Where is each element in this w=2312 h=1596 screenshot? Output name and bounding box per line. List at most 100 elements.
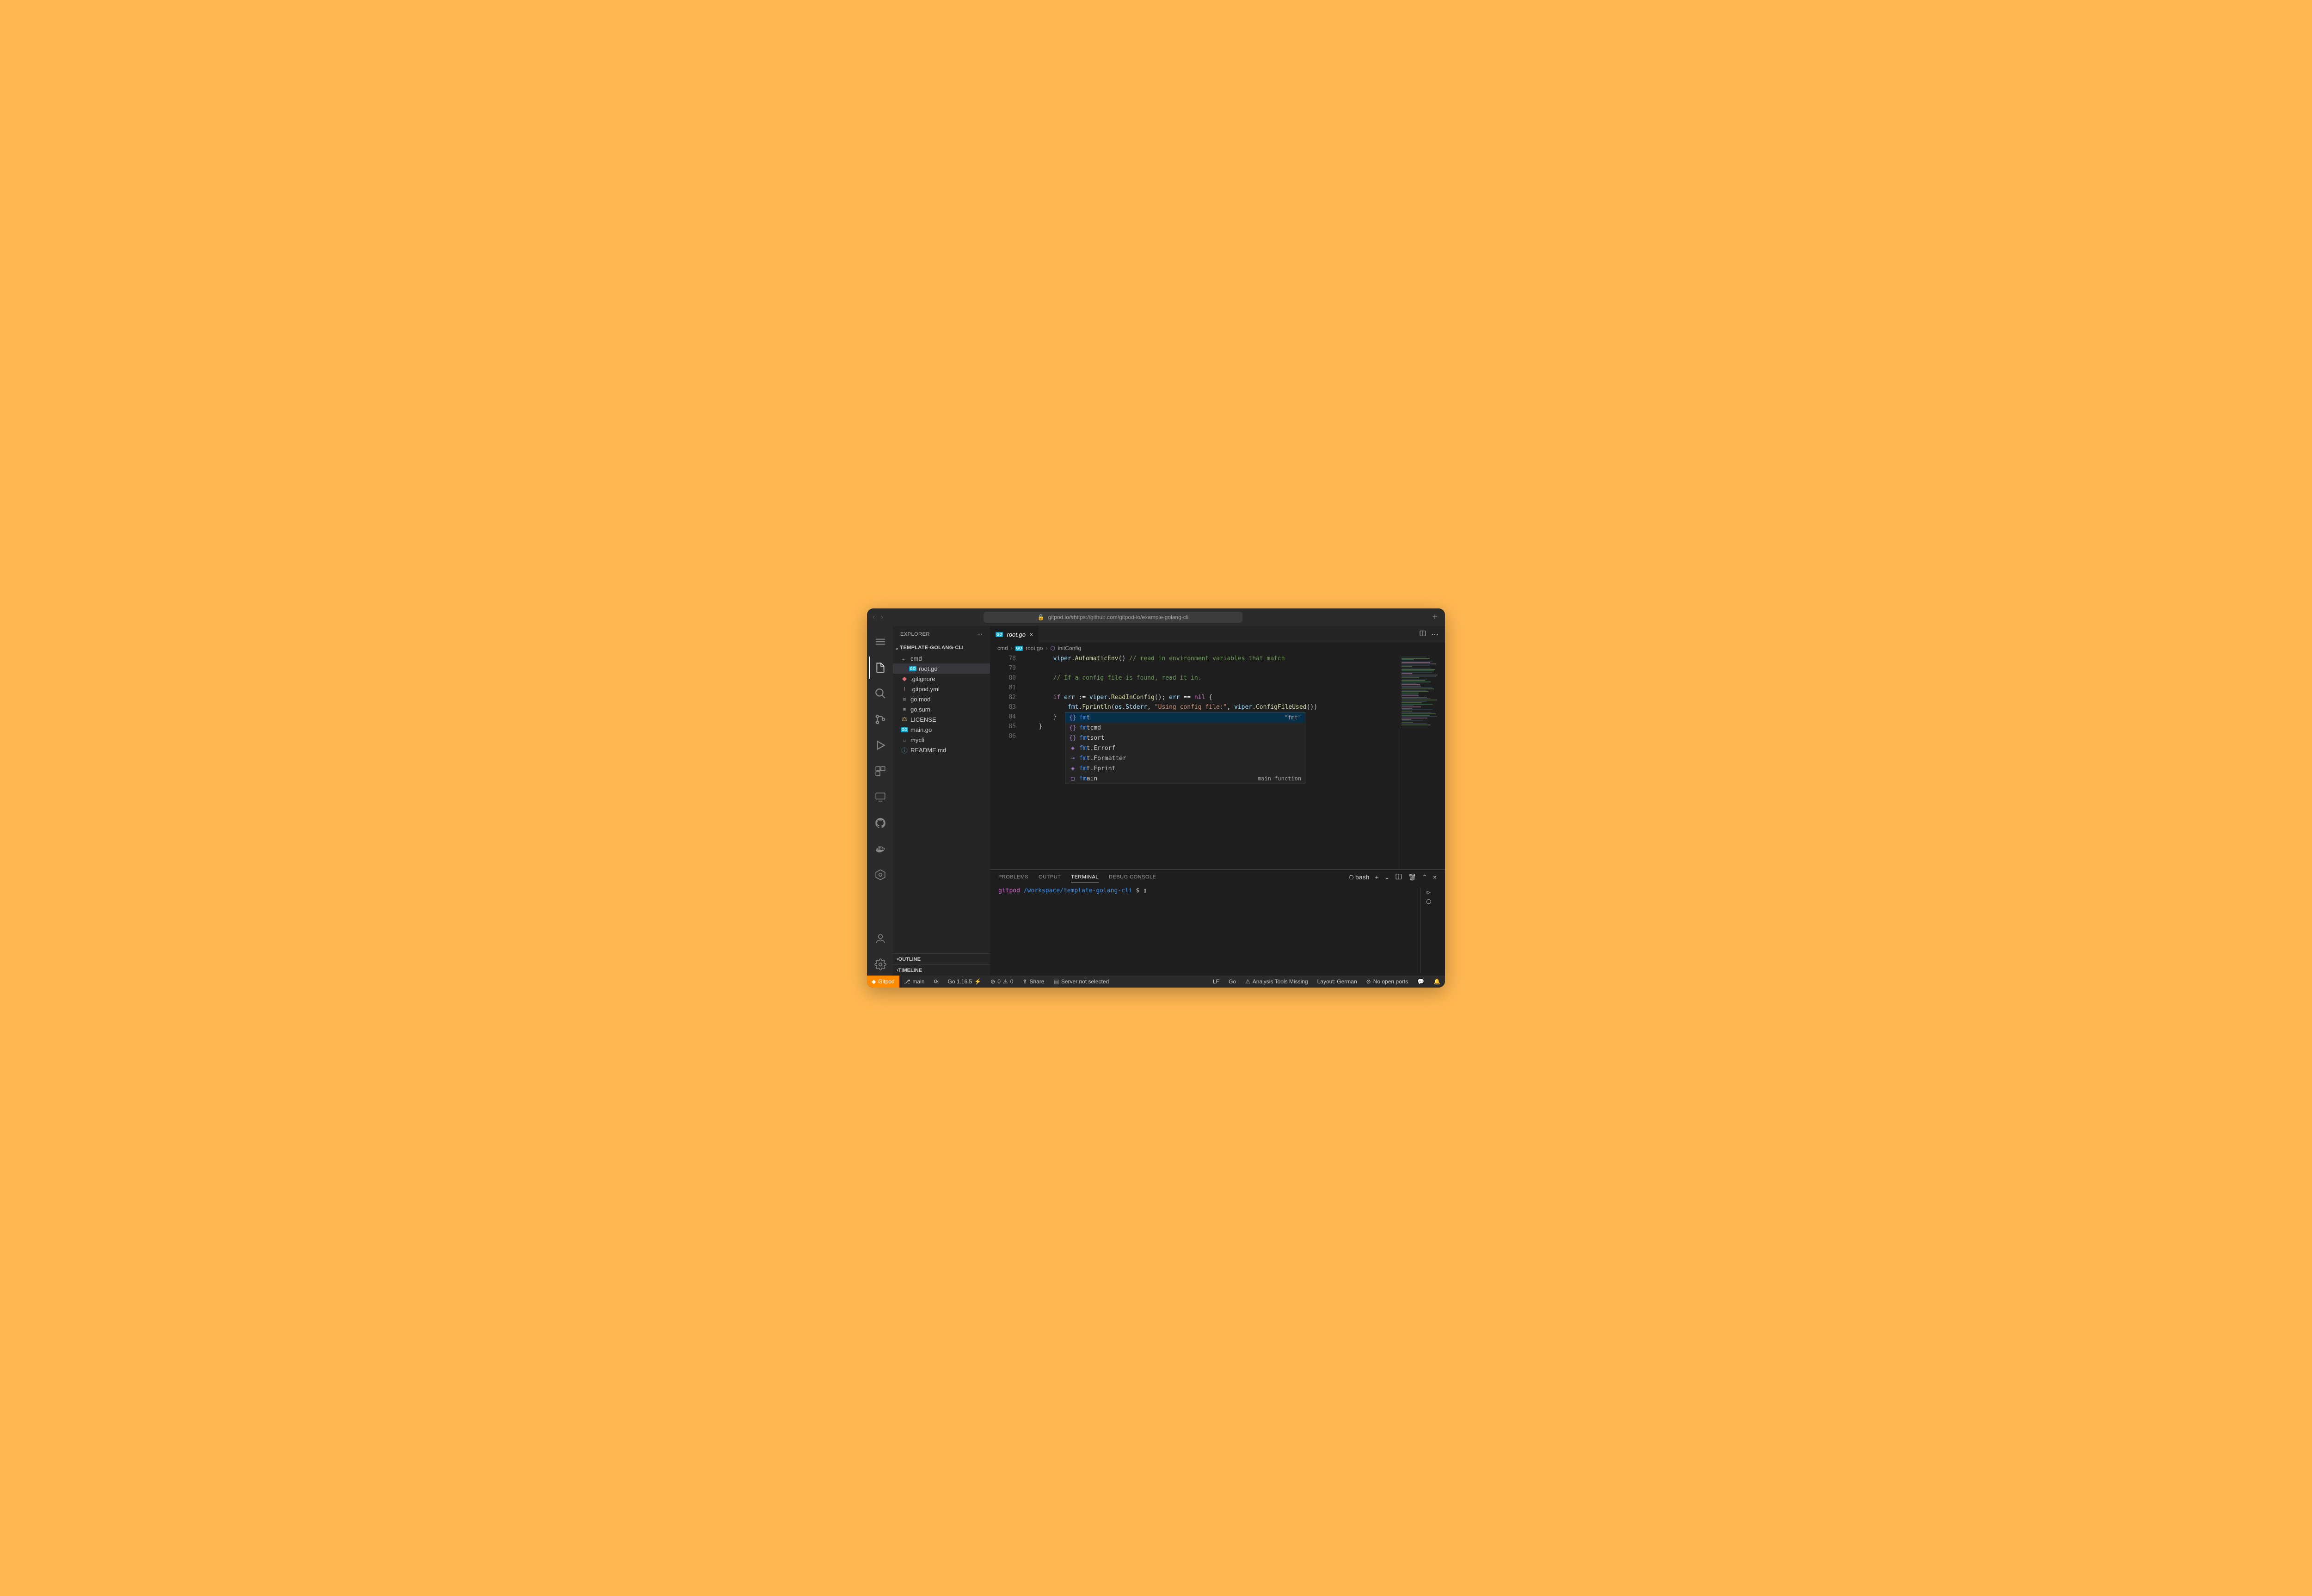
- sync-button[interactable]: ⟳: [929, 976, 943, 988]
- panel-tab-output[interactable]: OUTPUT: [1039, 872, 1061, 883]
- ports-indicator[interactable]: ⊘ No open ports: [1362, 978, 1413, 985]
- new-tab-button[interactable]: +: [1428, 612, 1441, 623]
- feedback-icon[interactable]: 💬: [1413, 978, 1429, 985]
- shell-indicator[interactable]: ⎔ bash: [1349, 873, 1369, 881]
- suggest-kind-icon: {}: [1069, 723, 1076, 733]
- nav-forward-icon[interactable]: ›: [879, 611, 885, 623]
- suggest-item[interactable]: {}fmt"fmt": [1065, 712, 1305, 723]
- debug-icon[interactable]: [869, 734, 891, 756]
- outline-section[interactable]: › OUTLINE: [893, 953, 990, 964]
- server-icon: ▤: [1053, 978, 1058, 985]
- new-terminal-icon[interactable]: +: [1375, 873, 1378, 881]
- file-label: go.mod: [910, 696, 930, 703]
- problems-indicator[interactable]: ⊘0 ⚠0: [986, 976, 1018, 988]
- suggest-item[interactable]: {}fmtcmd: [1065, 723, 1305, 733]
- menu-icon[interactable]: [869, 631, 891, 653]
- suggest-kind-icon: {}: [1069, 713, 1076, 723]
- go-version[interactable]: Go 1.16.5 ⚡: [943, 976, 986, 988]
- kubernetes-icon[interactable]: [869, 864, 891, 886]
- terminal-shell-icon[interactable]: ⎔: [1426, 899, 1431, 906]
- minimap[interactable]: [1399, 654, 1445, 869]
- file-label: go.sum: [910, 706, 930, 713]
- suggest-item[interactable]: ◈fmt.Errorf: [1065, 743, 1305, 753]
- nav-back-icon[interactable]: ‹: [871, 611, 877, 623]
- suggest-item[interactable]: ◈fmt.Fprint: [1065, 763, 1305, 773]
- timeline-section[interactable]: › TIMELINE: [893, 964, 990, 976]
- terminal[interactable]: gitpod /workspace/template-golang-cli $ …: [990, 884, 1445, 976]
- code-content[interactable]: viper.AutomaticEnv() // read in environm…: [1024, 654, 1399, 869]
- notifications-icon[interactable]: 🔔: [1429, 978, 1445, 985]
- suggest-item[interactable]: {}fmtsort: [1065, 733, 1305, 743]
- autocomplete-popup[interactable]: {}fmt"fmt"{}fmtcmd{}fmtsort◈fmt.Errorf⊸f…: [1065, 712, 1305, 784]
- suggest-kind-icon: ▢: [1069, 774, 1076, 784]
- file-type-icon: ◆: [900, 675, 909, 682]
- sidebar-title: EXPLORER: [900, 632, 930, 637]
- search-icon[interactable]: [869, 682, 891, 705]
- kill-terminal-icon[interactable]: 🗑: [1408, 873, 1416, 881]
- server-status[interactable]: ▤ Server not selected: [1049, 976, 1113, 988]
- lock-icon: 🔒: [1038, 614, 1045, 620]
- more-actions-icon[interactable]: ⋯: [1431, 630, 1439, 639]
- file-type-icon: ≡: [900, 737, 909, 743]
- analysis-warning[interactable]: ⚠ Analysis Tools Missing: [1241, 978, 1313, 985]
- tab-root-go[interactable]: GO root.go ×: [990, 626, 1039, 643]
- terminal-cursor: ▯: [1143, 887, 1147, 894]
- layout-indicator[interactable]: Layout: German: [1313, 978, 1362, 985]
- file--gitpod-yml[interactable]: !.gitpod.yml: [893, 684, 990, 694]
- account-icon[interactable]: [869, 927, 891, 950]
- language-mode[interactable]: Go: [1224, 978, 1241, 985]
- github-icon[interactable]: [869, 812, 891, 834]
- split-terminal-icon[interactable]: [1395, 873, 1402, 882]
- explorer-icon[interactable]: [869, 657, 891, 679]
- maximize-panel-icon[interactable]: ⌃: [1422, 873, 1427, 881]
- suggest-item[interactable]: ⊸fmt.Formatter: [1065, 753, 1305, 763]
- sidebar-header: EXPLORER ⋯: [893, 626, 990, 642]
- folder-cmd[interactable]: ⌄cmd: [893, 653, 990, 663]
- file-label: main.go: [910, 726, 932, 733]
- code-editor[interactable]: 787980818283848586 viper.AutomaticEnv() …: [990, 654, 1445, 869]
- branch-indicator[interactable]: ⎇ main: [899, 976, 929, 988]
- url-text: gitpod.io/#https://github.com/gitpod-io/…: [1048, 614, 1189, 620]
- file-type-icon: ⚖: [900, 716, 909, 723]
- split-editor-icon[interactable]: [1419, 630, 1427, 639]
- url-bar[interactable]: 🔒 gitpod.io/#https://github.com/gitpod-i…: [984, 612, 1242, 623]
- extensions-icon[interactable]: [869, 760, 891, 782]
- terminal-run-icon[interactable]: ▷: [1427, 889, 1431, 896]
- docker-icon[interactable]: [869, 838, 891, 860]
- file-type-icon: GO: [909, 666, 917, 671]
- close-panel-icon[interactable]: ×: [1433, 873, 1437, 881]
- file-tree: ⌄cmdGOroot.go◆.gitignore!.gitpod.yml≡go.…: [893, 653, 990, 953]
- settings-icon[interactable]: [869, 953, 891, 976]
- gitpod-badge[interactable]: ◆ Gitpod: [867, 976, 899, 988]
- file-label: root.go: [919, 665, 937, 672]
- terminal-prompt: $: [1136, 887, 1139, 894]
- line-ending[interactable]: LF: [1208, 978, 1224, 985]
- breadcrumb[interactable]: cmd › GO root.go › ⬡ initConfig: [990, 643, 1445, 654]
- file-README-md[interactable]: ⓘREADME.md: [893, 745, 990, 755]
- error-icon: ⊘: [990, 978, 995, 985]
- panel-tabs: PROBLEMS OUTPUT TERMINAL DEBUG CONSOLE ⎔…: [990, 870, 1445, 884]
- file-root-go[interactable]: GOroot.go: [893, 663, 990, 674]
- remote-icon[interactable]: [869, 786, 891, 808]
- file--gitignore[interactable]: ◆.gitignore: [893, 674, 990, 684]
- file-main-go[interactable]: GOmain.go: [893, 724, 990, 735]
- file-label: .gitignore: [910, 675, 935, 682]
- file-go-sum[interactable]: ≡go.sum: [893, 704, 990, 714]
- file-LICENSE[interactable]: ⚖LICENSE: [893, 714, 990, 724]
- close-tab-icon[interactable]: ×: [1029, 631, 1033, 638]
- file-mycli[interactable]: ≡mycli: [893, 735, 990, 745]
- sidebar-more-icon[interactable]: ⋯: [978, 631, 983, 637]
- suggest-kind-icon: ⊸: [1069, 754, 1076, 763]
- panel-tab-debug[interactable]: DEBUG CONSOLE: [1109, 872, 1156, 883]
- folder-header[interactable]: ⌄ TEMPLATE-GOLANG-CLI: [893, 642, 990, 653]
- file-type-icon: GO: [900, 727, 909, 732]
- panel-tab-terminal[interactable]: TERMINAL: [1071, 872, 1099, 883]
- panel-tab-problems[interactable]: PROBLEMS: [998, 872, 1028, 883]
- tab-label: root.go: [1007, 631, 1025, 638]
- share-button[interactable]: ⇪ Share: [1018, 976, 1049, 988]
- file-go-mod[interactable]: ≡go.mod: [893, 694, 990, 704]
- terminal-dropdown-icon[interactable]: ⌄: [1384, 873, 1390, 881]
- file-label: mycli: [910, 737, 924, 743]
- source-control-icon[interactable]: [869, 708, 891, 730]
- suggest-item[interactable]: ▢fmainmain function: [1065, 773, 1305, 784]
